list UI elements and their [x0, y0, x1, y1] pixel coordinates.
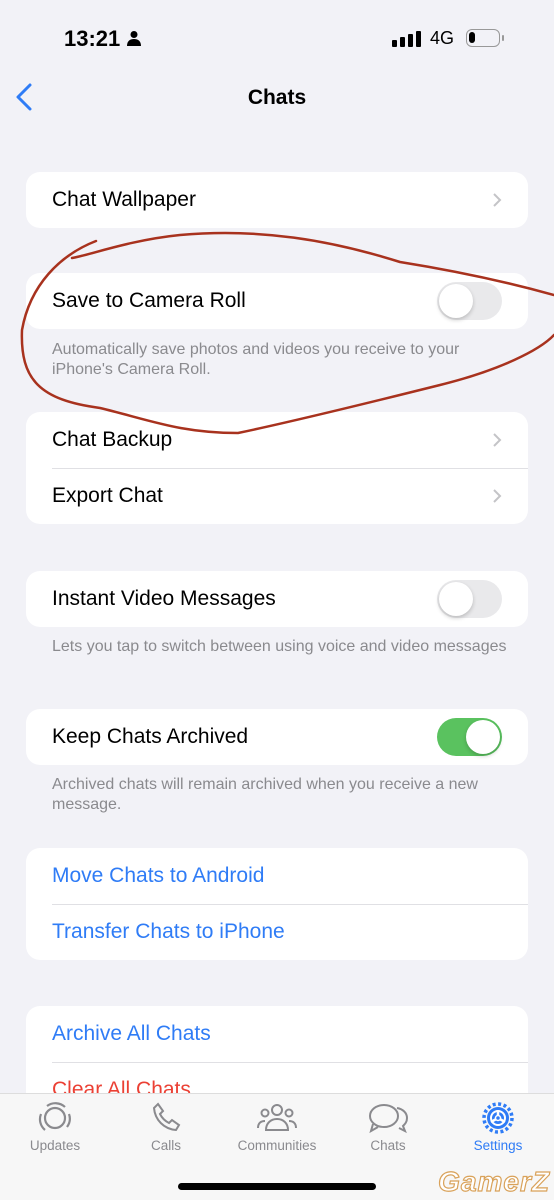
tab-settings[interactable]: Settings — [448, 1102, 548, 1153]
keep-archived-footer: Archived chats will remain archived when… — [52, 776, 478, 813]
row-label: Instant Video Messages — [52, 587, 276, 610]
chat-wallpaper-row[interactable]: Chat Wallpaper — [26, 172, 528, 228]
chat-backup-row[interactable]: Chat Backup — [26, 412, 528, 468]
save-camera-roll-toggle[interactable] — [437, 282, 502, 320]
row-label: Chat Backup — [52, 428, 173, 451]
instant-video-toggle[interactable] — [437, 580, 502, 618]
updates-icon — [38, 1102, 71, 1131]
watermark-logo: GamerZ — [438, 1165, 550, 1197]
instant-video-footer: Lets you tap to switch between using voi… — [52, 638, 507, 655]
gear-icon — [482, 1102, 514, 1134]
nav-bar: Chats — [0, 80, 554, 116]
keep-archived-toggle[interactable] — [437, 718, 502, 756]
person-icon — [127, 31, 141, 46]
row-label: Keep Chats Archived — [52, 725, 249, 748]
row-label: Export Chat — [52, 484, 163, 507]
tab-calls[interactable]: Calls — [116, 1102, 216, 1153]
chat-bubbles-icon — [369, 1104, 409, 1134]
keep-archived-card: Keep Chats Archived — [26, 709, 528, 765]
camera-roll-card: Save to Camera Roll — [26, 273, 528, 329]
row-label: Save to Camera Roll — [52, 289, 246, 312]
archive-all-button[interactable]: Archive All Chats — [26, 1006, 528, 1062]
tab-updates[interactable]: Updates — [5, 1102, 105, 1153]
backup-card: Chat Backup Export Chat — [26, 412, 528, 524]
transfer-to-iphone-button[interactable]: Transfer Chats to iPhone — [26, 904, 528, 960]
status-bar: 13:21 4G — [0, 24, 554, 54]
page-title: Chats — [247, 86, 307, 109]
clock: 13:21 — [64, 26, 121, 51]
instant-video-card: Instant Video Messages — [26, 571, 528, 627]
instant-video-row: Instant Video Messages — [26, 571, 528, 627]
communities-icon — [257, 1104, 297, 1131]
chevron-right-icon — [493, 433, 502, 447]
save-camera-roll-row: Save to Camera Roll — [26, 273, 528, 329]
camera-roll-footer: Automatically save photos and videos you… — [52, 341, 460, 378]
phone-icon — [152, 1102, 181, 1132]
tab-communities[interactable]: Communities — [227, 1102, 327, 1153]
keep-archived-row: Keep Chats Archived — [26, 709, 528, 765]
transfer-card: Move Chats to Android Transfer Chats to … — [26, 848, 528, 960]
signal-icon — [392, 31, 421, 47]
tab-chats[interactable]: Chats — [338, 1102, 438, 1153]
wallpaper-card: Chat Wallpaper — [26, 172, 528, 228]
move-to-android-button[interactable]: Move Chats to Android — [26, 848, 528, 904]
chevron-right-icon — [493, 489, 502, 503]
chevron-right-icon — [493, 193, 502, 207]
network-type: 4G — [430, 28, 455, 48]
row-label: Chat Wallpaper — [52, 188, 196, 211]
battery-icon — [466, 29, 504, 47]
export-chat-row[interactable]: Export Chat — [26, 468, 528, 524]
home-indicator — [178, 1183, 376, 1190]
